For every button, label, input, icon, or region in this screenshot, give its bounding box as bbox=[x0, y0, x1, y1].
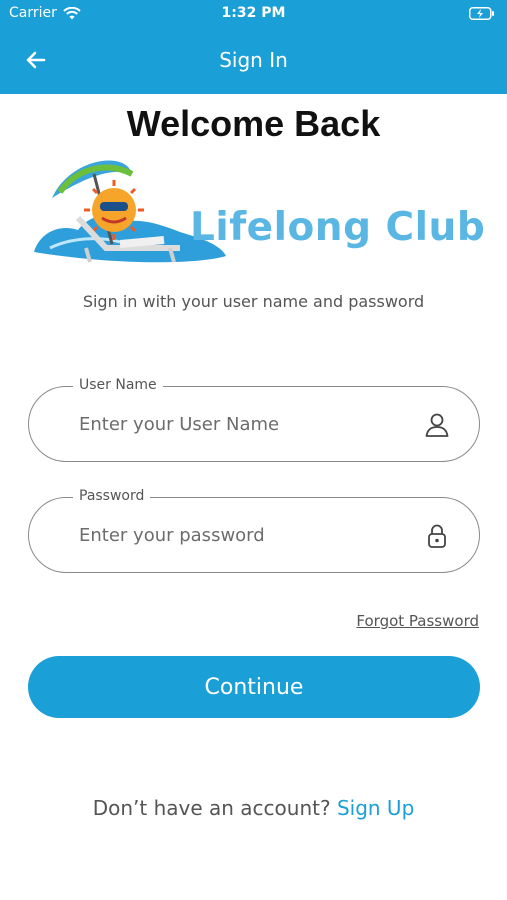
forgot-password-link[interactable]: Forgot Password bbox=[356, 612, 479, 630]
top-bar: Carrier 1:32 PM Sign In bbox=[0, 0, 507, 94]
password-field: Password bbox=[28, 488, 480, 573]
signup-prompt: Don’t have an account? bbox=[92, 796, 331, 820]
sign-up-link[interactable]: Sign Up bbox=[337, 796, 414, 820]
welcome-heading: Welcome Back bbox=[126, 103, 381, 144]
status-bar: Carrier 1:32 PM bbox=[0, 0, 507, 28]
sign-in-instructions: Sign in with your user name and password bbox=[82, 292, 425, 311]
username-field: User Name bbox=[28, 377, 480, 462]
battery-charging-icon bbox=[469, 7, 494, 20]
signup-prompt-row: Don’t have an account? Sign Up bbox=[0, 796, 507, 820]
status-time: 1:32 PM bbox=[221, 5, 286, 21]
username-label: User Name bbox=[73, 377, 163, 393]
username-input[interactable] bbox=[79, 409, 399, 439]
page-title: Sign In bbox=[219, 48, 288, 72]
password-input[interactable] bbox=[79, 520, 399, 550]
user-icon bbox=[425, 413, 449, 437]
lock-icon bbox=[428, 524, 446, 548]
logo-text: Lifelong Club bbox=[190, 205, 486, 250]
continue-button[interactable]: Continue bbox=[28, 656, 480, 718]
password-label: Password bbox=[73, 488, 151, 504]
